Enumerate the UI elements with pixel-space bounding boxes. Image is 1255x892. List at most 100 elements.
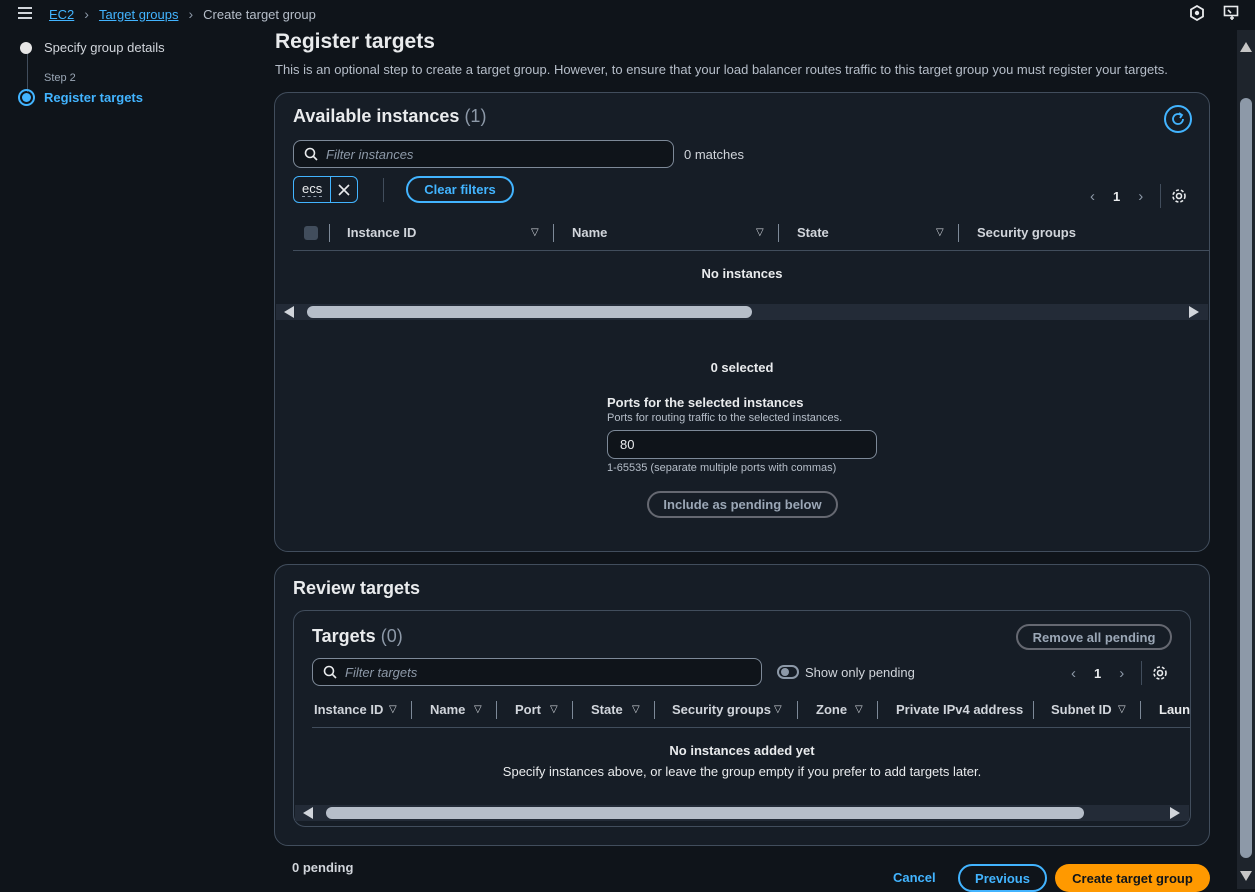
column-header-private-ipv4[interactable]: Private IPv4 address xyxy=(896,702,1023,717)
sort-down-icon[interactable]: ▽ xyxy=(936,227,944,238)
scroll-left-arrow-icon[interactable] xyxy=(303,807,313,819)
settings-gear-icon[interactable] xyxy=(1152,665,1168,684)
column-divider xyxy=(778,224,779,242)
column-divider xyxy=(411,701,412,719)
refresh-button[interactable] xyxy=(1164,105,1192,133)
breadcrumb-current: Create target group xyxy=(203,6,316,22)
search-icon xyxy=(304,147,318,161)
include-as-pending-button[interactable]: Include as pending below xyxy=(647,491,838,518)
horizontal-scrollbar[interactable] xyxy=(276,304,1208,320)
filter-instances-input[interactable]: Filter instances xyxy=(293,140,674,168)
column-header-zone[interactable]: Zone xyxy=(816,702,847,717)
available-instances-heading: Available instances (1) xyxy=(293,106,487,126)
scroll-right-arrow-icon[interactable] xyxy=(1170,807,1180,819)
breadcrumb-ec2[interactable]: EC2 xyxy=(49,7,74,22)
selected-count: 0 selected xyxy=(710,360,774,375)
sort-down-icon[interactable]: ▽ xyxy=(474,704,482,715)
step-2-label: Register targets xyxy=(44,90,143,105)
sort-down-icon[interactable]: ▽ xyxy=(774,704,782,715)
settings-gear-icon[interactable] xyxy=(1171,188,1187,207)
column-header-security-groups[interactable]: Security groups xyxy=(672,702,771,717)
scroll-right-arrow-icon[interactable] xyxy=(1189,306,1199,318)
available-count: (1) xyxy=(464,106,487,126)
sort-down-icon[interactable]: ▽ xyxy=(531,227,539,238)
column-header-subnet-id[interactable]: Subnet ID xyxy=(1051,702,1112,717)
scrollbar-thumb[interactable] xyxy=(307,306,752,318)
chevron-left-icon[interactable]: ‹ xyxy=(1071,665,1076,682)
empty-targets-title: No instances added yet xyxy=(669,743,815,758)
close-icon xyxy=(338,183,350,196)
sort-down-icon[interactable]: ▽ xyxy=(632,704,640,715)
divider xyxy=(1141,661,1142,685)
divider xyxy=(383,178,384,202)
step-2: Register targets xyxy=(18,89,143,106)
column-header-instance-id[interactable]: Instance ID xyxy=(347,225,416,240)
select-all-checkbox[interactable] xyxy=(304,226,318,240)
ports-hint: 1-65535 (separate multiple ports with co… xyxy=(607,462,837,474)
page-title: Register targets xyxy=(275,30,435,53)
feedback-icon[interactable] xyxy=(1223,5,1239,21)
ports-input[interactable]: 80 xyxy=(607,430,877,459)
column-header-security-groups[interactable]: Security groups xyxy=(977,225,1076,240)
sort-down-icon[interactable]: ▽ xyxy=(389,704,397,715)
scroll-left-arrow-icon[interactable] xyxy=(284,306,294,318)
steps-connector xyxy=(27,52,28,92)
cancel-button[interactable]: Cancel xyxy=(893,870,936,885)
refresh-icon xyxy=(1172,112,1184,125)
horizontal-scrollbar[interactable] xyxy=(295,805,1189,821)
column-header-instance-id[interactable]: Instance ID xyxy=(314,702,383,717)
empty-targets-description: Specify instances above, or leave the gr… xyxy=(502,764,982,779)
column-divider xyxy=(329,224,330,242)
scroll-up-arrow-icon[interactable] xyxy=(1240,42,1252,52)
breadcrumb-target-groups[interactable]: Target groups xyxy=(99,7,179,22)
remove-token-button[interactable] xyxy=(330,177,357,202)
targets-count: (0) xyxy=(380,626,403,646)
pending-count: 0 pending xyxy=(292,860,354,875)
sort-down-icon[interactable]: ▽ xyxy=(855,704,863,715)
chevron-right-icon[interactable]: › xyxy=(1138,188,1143,205)
previous-button[interactable]: Previous xyxy=(958,864,1047,892)
matches-count: 0 matches xyxy=(684,147,744,162)
menu-icon[interactable] xyxy=(18,7,32,19)
column-divider xyxy=(572,701,573,719)
top-bar: EC2 › Target groups › Create target grou… xyxy=(0,0,1255,28)
sort-down-icon[interactable]: ▽ xyxy=(550,704,558,715)
column-divider xyxy=(1033,701,1034,719)
column-header-state[interactable]: State xyxy=(797,225,829,240)
chevron-left-icon[interactable]: ‹ xyxy=(1090,188,1095,205)
breadcrumb: EC2 › Target groups › Create target grou… xyxy=(49,6,316,22)
create-target-group-button[interactable]: Create target group xyxy=(1055,864,1210,892)
filter-targets-input[interactable]: Filter targets xyxy=(312,658,762,686)
notifications-icon[interactable] xyxy=(1189,5,1205,21)
scrollbar-thumb[interactable] xyxy=(1240,98,1252,858)
scroll-down-arrow-icon[interactable] xyxy=(1240,871,1252,881)
step-1[interactable]: Specify group details xyxy=(20,40,165,55)
page-vertical-scrollbar[interactable] xyxy=(1237,30,1255,889)
table-header-divider xyxy=(312,727,1190,728)
chevron-right-icon[interactable]: › xyxy=(1119,665,1124,682)
targets-pagination: ‹ 1 › xyxy=(1071,665,1124,682)
step-current-dot xyxy=(18,89,35,106)
clear-filters-button[interactable]: Clear filters xyxy=(406,176,514,203)
step-complete-dot xyxy=(20,41,32,54)
scrollbar-thumb[interactable] xyxy=(326,807,1084,819)
column-header-name[interactable]: Name xyxy=(430,702,465,717)
column-header-state[interactable]: State xyxy=(591,702,623,717)
column-divider xyxy=(1140,701,1141,719)
filter-token-label[interactable]: ecs xyxy=(302,182,323,197)
show-only-pending-toggle[interactable] xyxy=(777,665,799,679)
column-divider xyxy=(877,701,878,719)
sort-down-icon[interactable]: ▽ xyxy=(756,227,764,238)
column-header-launch-time[interactable]: Laun xyxy=(1159,702,1190,717)
column-header-port[interactable]: Port xyxy=(515,702,541,717)
sort-down-icon[interactable]: ▽ xyxy=(1118,704,1126,715)
chevron-right-icon: › xyxy=(84,6,89,22)
column-header-name[interactable]: Name xyxy=(572,225,607,240)
remove-all-pending-button[interactable]: Remove all pending xyxy=(1016,624,1172,650)
filter-token: ecs xyxy=(293,176,359,203)
page-number[interactable]: 1 xyxy=(1113,189,1120,204)
search-icon xyxy=(323,665,337,679)
page-number[interactable]: 1 xyxy=(1094,666,1101,681)
pagination: ‹ 1 › xyxy=(1090,188,1143,205)
review-targets-heading: Review targets xyxy=(293,578,421,598)
